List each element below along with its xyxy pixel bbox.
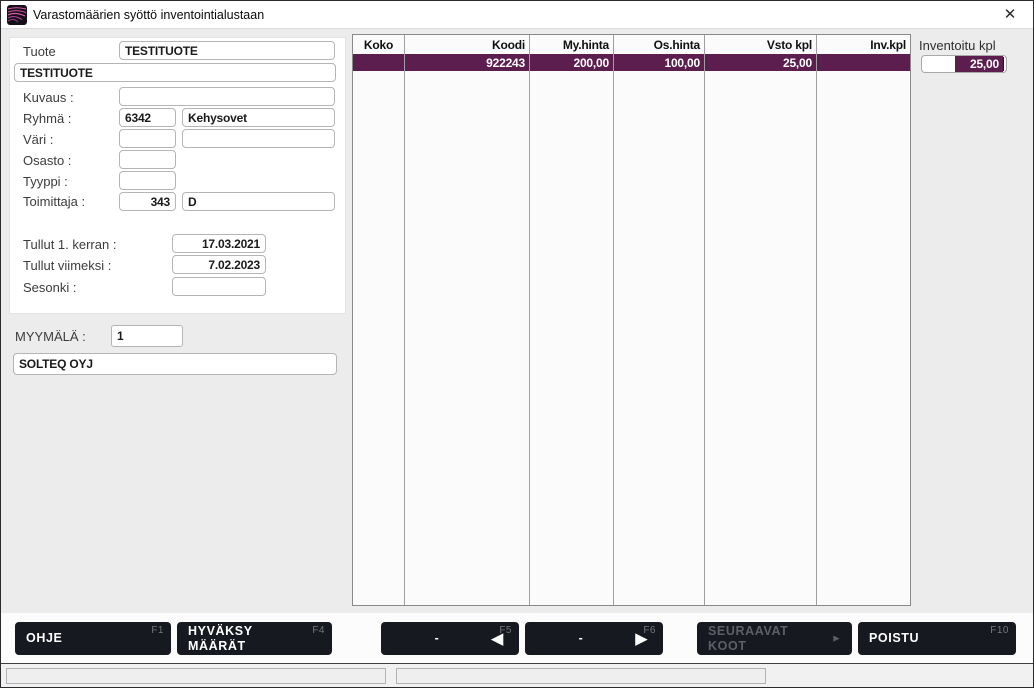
column-koodi: Koodi 922243	[405, 35, 530, 605]
table-cell: 100,00	[614, 54, 704, 71]
table-cell	[353, 54, 404, 71]
table-cell: 25,00	[705, 54, 816, 71]
column-header: My.hinta	[530, 35, 613, 54]
ohje-button[interactable]: OHJE F1	[15, 622, 171, 655]
fkey-label: F10	[990, 625, 1009, 637]
osasto-field[interactable]	[119, 150, 176, 169]
store-name-field[interactable]: SOLTEQ OYJ	[13, 353, 337, 375]
close-icon[interactable]: ✕	[999, 5, 1021, 25]
previous-size-button[interactable]: - ◀ F5	[381, 622, 519, 655]
table-cell	[817, 54, 910, 71]
table-cell: 200,00	[530, 54, 613, 71]
sesonki-label: Sesonki :	[23, 280, 76, 295]
poistu-button[interactable]: POISTU F10	[858, 622, 1016, 655]
kuvaus-field[interactable]	[119, 87, 335, 106]
sizes-table: Koko Koodi 922243 My.hinta 200,00 Os.hin…	[352, 34, 911, 606]
column-header: Inv.kpl	[817, 35, 910, 54]
previous-size-button-label: -	[381, 631, 493, 645]
ryhma-label: Ryhmä :	[23, 111, 71, 126]
seuraavat-koot-button-label: SEURAAVAT KOOT	[708, 624, 818, 653]
vari-label: Väri :	[23, 132, 53, 147]
tullut-ekan-label: Tullut 1. kerran :	[23, 237, 116, 252]
tullut-ekan-field[interactable]: 17.03.2021	[172, 234, 266, 253]
column-header: Koodi	[405, 35, 529, 54]
myymala-label: MYYMÄLÄ :	[15, 329, 86, 344]
kuvaus-label: Kuvaus :	[23, 90, 74, 105]
toimittaja-label: Toimittaja :	[23, 194, 85, 209]
selected-text: 25,00	[955, 56, 1003, 72]
window-title: Varastomäärien syöttö inventointialustaa…	[33, 8, 264, 22]
tyyppi-label: Tyyppi :	[23, 174, 68, 189]
fkey-label: F5	[499, 625, 512, 637]
tullut-viimeksi-label: Tullut viimeksi :	[23, 258, 111, 273]
toimittaja-code-field[interactable]: 343	[119, 192, 176, 211]
fkey-label: F4	[312, 625, 325, 637]
next-size-button[interactable]: - ▶ F6	[525, 622, 663, 655]
vari-code-field[interactable]	[119, 129, 176, 148]
toimittaja-name-field[interactable]: D	[182, 192, 335, 211]
column-inv-kpl: Inv.kpl	[817, 35, 910, 605]
column-vsto-kpl: Vsto kpl 25,00	[705, 35, 817, 605]
osasto-label: Osasto :	[23, 153, 71, 168]
tyyppi-field[interactable]	[119, 171, 176, 190]
next-size-button-label: -	[525, 631, 637, 645]
sesonki-field[interactable]	[172, 277, 266, 296]
myymala-number-field[interactable]: 1	[111, 325, 183, 347]
column-header: Vsto kpl	[705, 35, 816, 54]
text-caret	[1003, 57, 1004, 71]
column-my-hinta: My.hinta 200,00	[530, 35, 614, 605]
solteq-logo-icon	[7, 5, 27, 25]
tuote-field[interactable]: TESTITUOTE	[119, 41, 335, 60]
ryhma-code-field[interactable]: 6342	[119, 108, 176, 127]
arrow-right-small-icon: ▸	[833, 632, 839, 645]
inventoitu-kpl-input[interactable]: 25,00	[921, 55, 1007, 73]
fkey-label: F1	[151, 625, 164, 637]
tuote-name-field[interactable]: TESTITUOTE	[14, 63, 336, 82]
app-window: Varastomäärien syöttö inventointialustaa…	[0, 0, 1034, 688]
status-field-left	[6, 668, 386, 684]
vari-name-field[interactable]	[182, 129, 335, 148]
column-header: Koko	[353, 35, 404, 54]
column-header: Os.hinta	[614, 35, 704, 54]
column-koko: Koko	[353, 35, 405, 605]
title-bar: Varastomäärien syöttö inventointialustaa…	[1, 1, 1033, 29]
inventoitu-kpl-label: Inventoitu kpl	[919, 38, 996, 53]
ryhma-name-field[interactable]: Kehysovet	[182, 108, 335, 127]
status-field-right	[396, 668, 766, 684]
column-os-hinta: Os.hinta 100,00	[614, 35, 705, 605]
tullut-viimeksi-field[interactable]: 7.02.2023	[172, 255, 266, 274]
seuraavat-koot-button: SEURAAVAT KOOT ▸	[697, 622, 852, 655]
fkey-label: F6	[643, 625, 656, 637]
hyvaksy-maarat-button-label: HYVÄKSY MÄÄRÄT	[188, 624, 298, 653]
tuote-label: Tuote	[23, 44, 56, 59]
poistu-button-label: POISTU	[869, 631, 919, 645]
table-cell: 922243	[405, 54, 529, 71]
ohje-button-label: OHJE	[26, 631, 62, 645]
hyvaksy-maarat-button[interactable]: HYVÄKSY MÄÄRÄT F4	[177, 622, 332, 655]
